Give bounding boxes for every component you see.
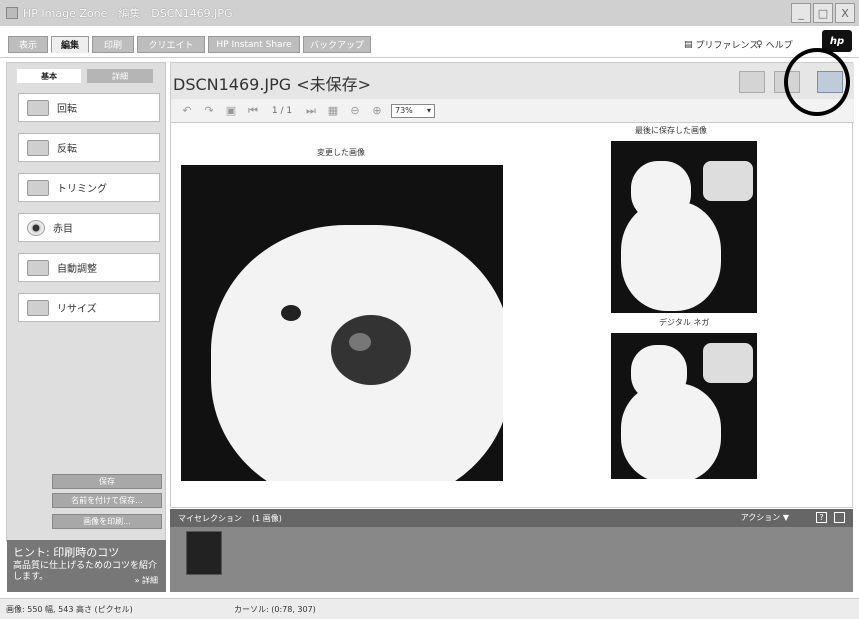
print-image-button[interactable]: 画像を印刷...	[52, 514, 162, 529]
auto-adjust-label: 自動調整	[57, 264, 97, 275]
window-controls: _ □ X	[791, 3, 855, 23]
preferences-label: プリファレンス	[695, 41, 759, 51]
tab-basic[interactable]: 基本	[17, 69, 81, 83]
cat-patch	[331, 315, 411, 385]
red-eye-icon	[27, 219, 45, 236]
auto-adjust-tool[interactable]: 自動調整	[18, 253, 160, 282]
digital-negative-caption: デジタル ネガ	[659, 318, 710, 327]
help-button[interactable]: ?	[816, 512, 827, 523]
edited-photo[interactable]	[181, 165, 503, 481]
changed-image-caption: 変更した画像	[317, 148, 365, 157]
rotate-tool[interactable]: 回転	[18, 93, 160, 122]
cursor-status: カーソル: (0:78, 307)	[234, 604, 316, 614]
cat-head	[631, 161, 691, 221]
tab-print[interactable]: 印刷	[92, 36, 134, 53]
hint-title: ヒント: 印刷時のコツ	[13, 546, 120, 559]
app-icon	[6, 7, 18, 19]
page-indicator: 1 / 1	[271, 105, 293, 116]
help-icon: ♀	[756, 39, 763, 50]
zoom-select[interactable]: 73% ▾	[391, 103, 435, 118]
main-tab-bar: 表示 編集 印刷 クリエイト HP Instant Share バックアップ ▤…	[0, 26, 859, 58]
resize-label: リサイズ	[57, 304, 97, 315]
resize-icon	[27, 299, 49, 316]
tab-backup[interactable]: バックアップ	[303, 36, 371, 53]
crop-icon	[27, 179, 49, 196]
maximize-tray-button[interactable]	[834, 512, 845, 523]
selection-thumbnail[interactable]	[186, 531, 222, 575]
last-saved-caption: 最後に保存した画像	[635, 126, 707, 135]
zoom-value: 73%	[395, 106, 413, 115]
red-eye-label: 赤目	[53, 224, 73, 235]
tab-advanced[interactable]: 詳細	[87, 69, 153, 83]
tab-instant-share[interactable]: HP Instant Share	[208, 36, 300, 53]
highlight-circle	[784, 48, 850, 116]
tab-view[interactable]: 表示	[8, 36, 48, 53]
crop-tool[interactable]: トリミング	[18, 173, 160, 202]
cat-eye-right	[349, 333, 371, 351]
selection-bar: マイセレクション (1 画像) アクション ▼ ?	[170, 509, 853, 527]
tab-create[interactable]: クリエイト	[137, 36, 205, 53]
selection-label: マイセレクション	[178, 513, 242, 523]
tab-edit[interactable]: 編集	[51, 36, 89, 53]
minimize-button[interactable]: _	[791, 3, 811, 23]
chevron-down-icon: ▾	[426, 106, 431, 115]
image-size-status: 画像: 550 幅, 543 高さ (ピクセル)	[6, 604, 133, 614]
zoom-out-icon[interactable]: ⊖	[347, 104, 363, 117]
window-title: HP Image Zone - 編集 - DSCN1469.JPG	[23, 7, 233, 20]
cat-eye-left	[281, 305, 301, 321]
zoom-in-icon[interactable]: ⊕	[369, 104, 385, 117]
document-title: DSCN1469.JPG <未保存>	[173, 75, 372, 94]
red-eye-tool[interactable]: 赤目	[18, 213, 160, 242]
resize-tool[interactable]: リサイズ	[18, 293, 160, 322]
last-page-icon[interactable]: ⏭	[303, 104, 319, 118]
crop-label: トリミング	[57, 184, 107, 195]
flip-icon	[27, 139, 49, 156]
save-button[interactable]: 保存	[52, 474, 162, 489]
save-as-button[interactable]: 名前を付けて保存...	[52, 493, 162, 508]
help-link[interactable]: ♀ ヘルプ	[756, 38, 793, 52]
bucket	[703, 343, 753, 383]
cat-head	[631, 345, 687, 401]
revert-icon[interactable]: ▣	[223, 104, 239, 117]
edit-toolbar: ↶ ↷ ▣ ⏮ 1 / 1 ⏭ ▦ ⊖ ⊕ 73% ▾	[171, 99, 854, 123]
flip-label: 反転	[57, 144, 77, 155]
hint-box: ヒント: 印刷時のコツ 高品質に仕上げるためのコツを紹介します。 » 詳細	[7, 540, 166, 592]
maximize-button[interactable]: □	[813, 3, 833, 23]
undo-icon[interactable]: ↶	[179, 104, 195, 117]
document-header: DSCN1469.JPG <未保存>	[171, 63, 854, 99]
rotate-label: 回転	[57, 104, 77, 115]
title-bar: HP Image Zone - 編集 - DSCN1469.JPG _ □ X	[0, 0, 859, 26]
first-page-icon[interactable]: ⏮	[245, 104, 261, 118]
help-label: ヘルプ	[765, 41, 793, 51]
editor-area: DSCN1469.JPG <未保存> ↶ ↷ ▣ ⏮ 1 / 1 ⏭ ▦ ⊖ ⊕…	[170, 62, 854, 508]
edit-sidebar: 基本 詳細 回転 反転 トリミング 赤目 自動調整 リサイズ 保存 名前を付けて…	[6, 62, 166, 542]
digital-negative-photo[interactable]	[611, 333, 757, 479]
hint-more-link[interactable]: » 詳細	[135, 575, 158, 586]
single-view-button[interactable]	[739, 71, 765, 93]
redo-icon[interactable]: ↷	[201, 104, 217, 117]
rotate-icon	[27, 99, 49, 116]
preferences-link[interactable]: ▤ プリファレンス	[684, 38, 759, 52]
selection-count: (1 画像)	[252, 513, 282, 523]
my-selection-tray: マイセレクション (1 画像) アクション ▼ ?	[170, 509, 853, 592]
close-button[interactable]: X	[835, 3, 855, 23]
bucket	[703, 161, 753, 201]
flip-tool[interactable]: 反転	[18, 133, 160, 162]
status-bar: 画像: 550 幅, 543 高さ (ピクセル) カーソル: (0:78, 30…	[0, 598, 859, 619]
fit-icon[interactable]: ▦	[325, 104, 341, 117]
document-icon: ▤	[684, 39, 693, 50]
auto-adjust-icon	[27, 259, 49, 276]
last-saved-photo[interactable]	[611, 141, 757, 313]
actions-menu[interactable]: アクション ▼	[741, 512, 789, 523]
